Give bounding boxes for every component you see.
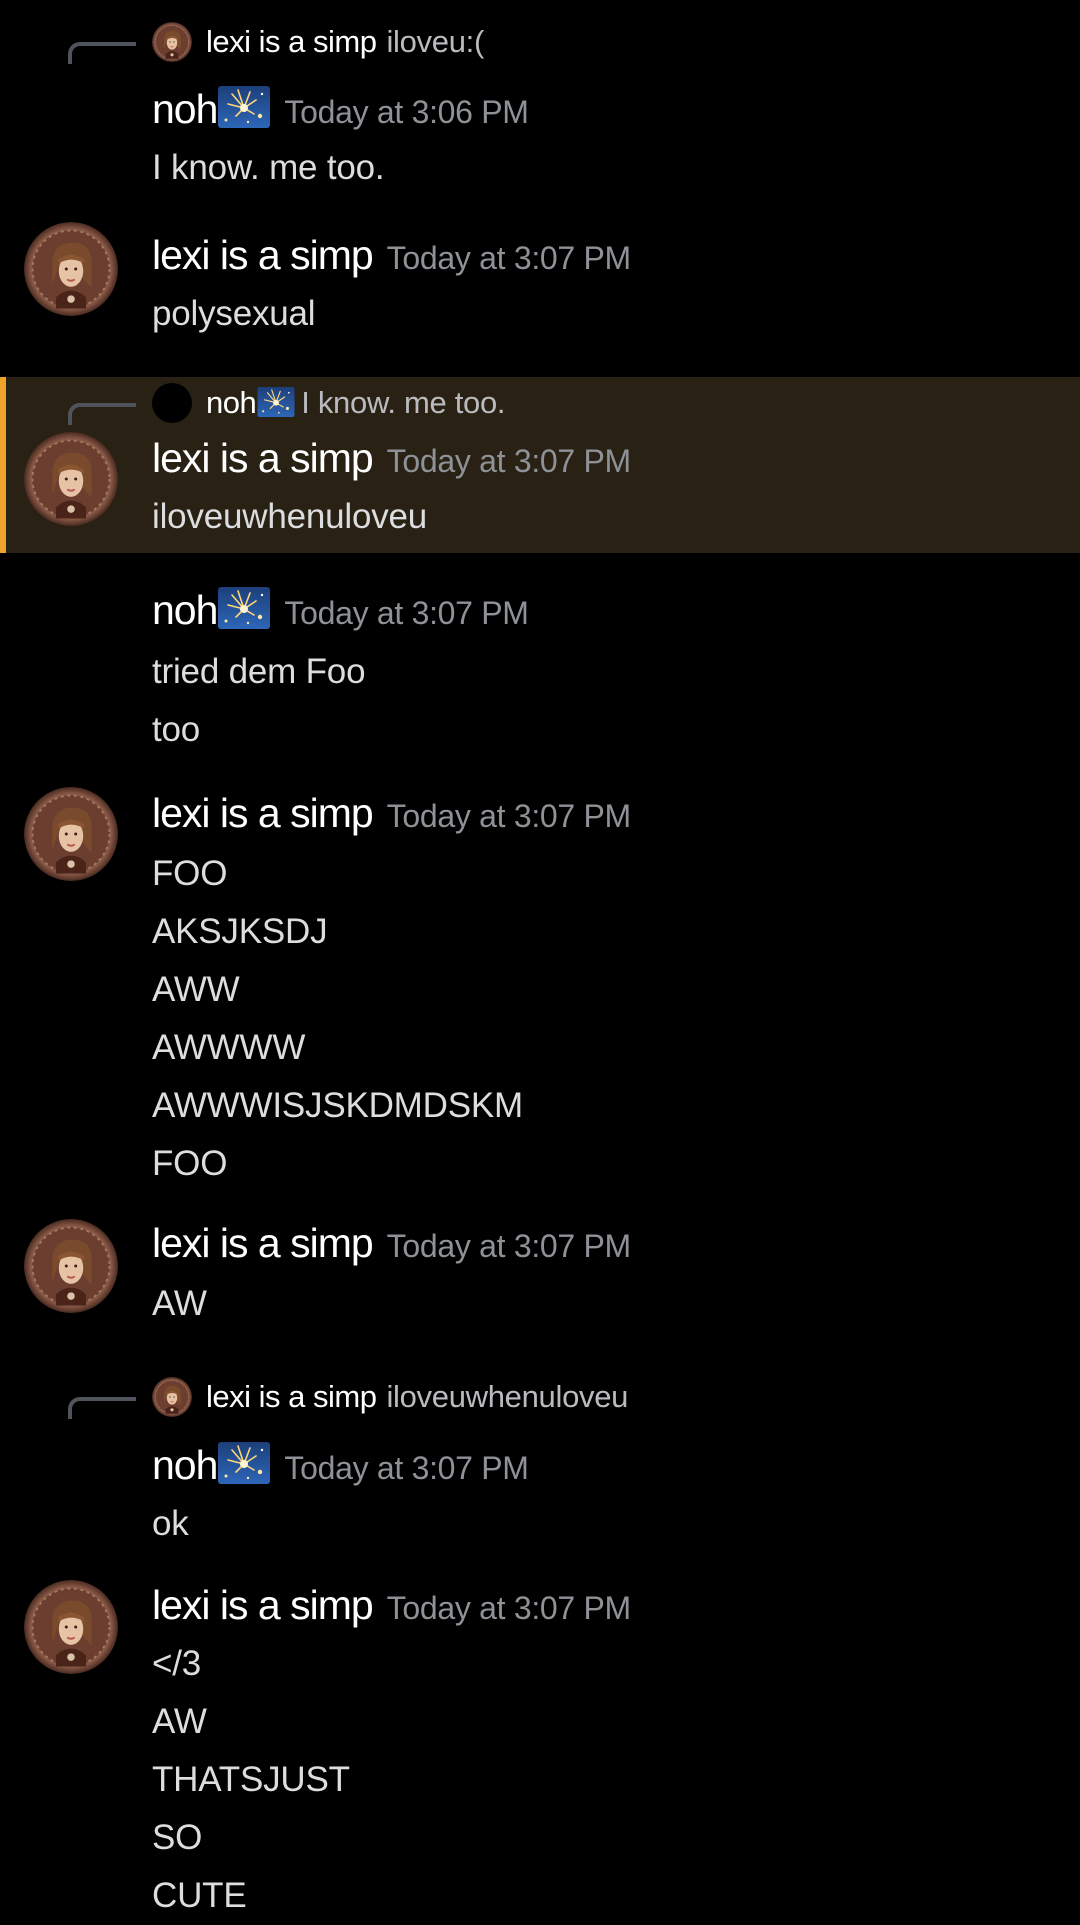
message-header: lexi is a simp Today at 3:07 PM [152, 230, 631, 290]
message-group[interactable]: noh Today at 3:07 PM tried dem Foo too [0, 575, 1080, 755]
message-line: AWW [152, 970, 240, 1009]
message-group[interactable]: lexi is a simp Today at 3:07 PM </3 AW TH… [0, 1580, 1080, 1920]
author-name[interactable]: lexi is a simp [152, 232, 374, 278]
reply-preview[interactable]: lexi is a simp iloveu:( [0, 20, 1080, 64]
reply-author[interactable]: lexi is a simp [206, 1379, 377, 1414]
message-line: </3 [152, 1644, 202, 1683]
message-timestamp: Today at 3:07 PM [284, 1450, 529, 1486]
message-line: too [152, 710, 201, 749]
message-header: lexi is a simp Today at 3:07 PM [152, 788, 631, 848]
portrait-avatar-icon[interactable] [152, 1377, 192, 1417]
message-group[interactable]: lexi is a simp iloveu:( noh Today at 3:06 … [0, 0, 1080, 190]
author-name[interactable]: noh [152, 1442, 218, 1488]
message-header: lexi is a simp Today at 3:07 PM [152, 433, 631, 493]
message-line: I know. me too. [152, 148, 385, 187]
message-timestamp: Today at 3:07 PM [386, 1590, 632, 1626]
message-content: I know. me too. [152, 139, 385, 197]
message-group-mention-highlight[interactable]: noh I know. me too. lexi is a simp Today a… [0, 377, 1080, 553]
portrait-avatar-icon[interactable] [24, 222, 118, 316]
message-timestamp: Today at 3:07 PM [386, 240, 632, 276]
message-line: CUTE [152, 1876, 247, 1915]
message-line: SO [152, 1818, 203, 1857]
reply-author[interactable]: lexi is a simp [206, 24, 377, 59]
message-line: FOO [152, 1144, 228, 1183]
reply-connector-icon [68, 1397, 136, 1419]
message-content: FOO AKSJKSDJ AWW AWWWW AWWWISJSKDMDSKM F… [152, 845, 523, 1193]
portrait-avatar-icon[interactable] [24, 1219, 118, 1313]
message-header: noh Today at 3:07 PM [152, 1440, 529, 1500]
reply-content[interactable]: iloveu:( [386, 24, 484, 59]
message-header: lexi is a simp Today at 3:07 PM [152, 1580, 631, 1640]
chat-message-list[interactable]: lexi is a simp iloveu:( noh Today at 3:06 … [0, 0, 1080, 1920]
message-timestamp: Today at 3:07 PM [386, 798, 632, 834]
message-content: </3 AW THATSJUST SO CUTE [152, 1635, 350, 1925]
reply-content[interactable]: I know. me too. [301, 385, 505, 420]
portrait-avatar-icon[interactable] [24, 1580, 118, 1674]
message-header: lexi is a simp Today at 3:07 PM [152, 1218, 631, 1278]
message-group[interactable]: lexi is a simp Today at 3:07 PM FOO AKSJK… [0, 780, 1080, 1190]
message-content: iloveuwhenuloveu [152, 488, 427, 546]
reply-preview[interactable]: lexi is a simp iloveuwhenuloveu [0, 1375, 1080, 1419]
author-name[interactable]: lexi is a simp [152, 435, 374, 481]
author-name[interactable]: lexi is a simp [152, 790, 374, 836]
author-name[interactable]: noh [152, 587, 218, 633]
author-name[interactable]: noh [152, 86, 218, 132]
message-content: polysexual [152, 285, 316, 343]
message-timestamp: Today at 3:07 PM [386, 1228, 632, 1264]
reply-author[interactable]: noh [206, 385, 257, 420]
message-line: AWWWW [152, 1028, 306, 1067]
message-line: tried dem Foo [152, 652, 366, 691]
portrait-avatar-icon[interactable] [24, 787, 118, 881]
sparkler-night-sky-emoji-icon [257, 387, 295, 417]
message-line: polysexual [152, 294, 316, 333]
message-timestamp: Today at 3:07 PM [386, 443, 632, 479]
sparkler-night-sky-emoji-icon [218, 587, 270, 629]
message-group[interactable]: lexi is a simp Today at 3:07 PM polysexua… [0, 215, 1080, 355]
message-header: noh Today at 3:07 PM [152, 585, 529, 645]
message-line: AWWWISJSKDMDSKM [152, 1086, 523, 1125]
reply-content[interactable]: iloveuwhenuloveu [386, 1379, 628, 1414]
author-name[interactable]: lexi is a simp [152, 1582, 374, 1628]
message-content: ok [152, 1495, 189, 1553]
sparkler-night-sky-emoji-icon [218, 86, 270, 128]
message-timestamp: Today at 3:06 PM [284, 94, 529, 130]
message-line: AW [152, 1702, 207, 1741]
portrait-avatar-icon[interactable] [24, 432, 118, 526]
sparkler-night-sky-emoji-icon [218, 1442, 270, 1484]
message-header: noh Today at 3:06 PM [152, 84, 529, 144]
reply-connector-icon [68, 403, 136, 425]
message-line: AW [152, 1284, 207, 1323]
message-line: iloveuwhenuloveu [152, 497, 428, 536]
reply-connector-icon [68, 42, 136, 64]
message-content: tried dem Foo too [152, 643, 366, 759]
message-line: ok [152, 1504, 189, 1543]
message-content: AW [152, 1275, 207, 1333]
message-timestamp: Today at 3:07 PM [284, 595, 529, 631]
author-name[interactable]: lexi is a simp [152, 1220, 374, 1266]
message-group[interactable]: lexi is a simp Today at 3:07 PM AW [0, 1215, 1080, 1345]
message-line: THATSJUST [152, 1760, 350, 1799]
black-circle-avatar-icon[interactable] [152, 383, 192, 423]
portrait-avatar-icon[interactable] [152, 22, 192, 62]
message-line: FOO [152, 854, 228, 893]
message-group[interactable]: lexi is a simp iloveuwhenuloveu noh Today … [0, 1370, 1080, 1555]
message-line: AKSJKSDJ [152, 912, 328, 951]
reply-preview[interactable]: noh I know. me too. [0, 381, 1080, 425]
